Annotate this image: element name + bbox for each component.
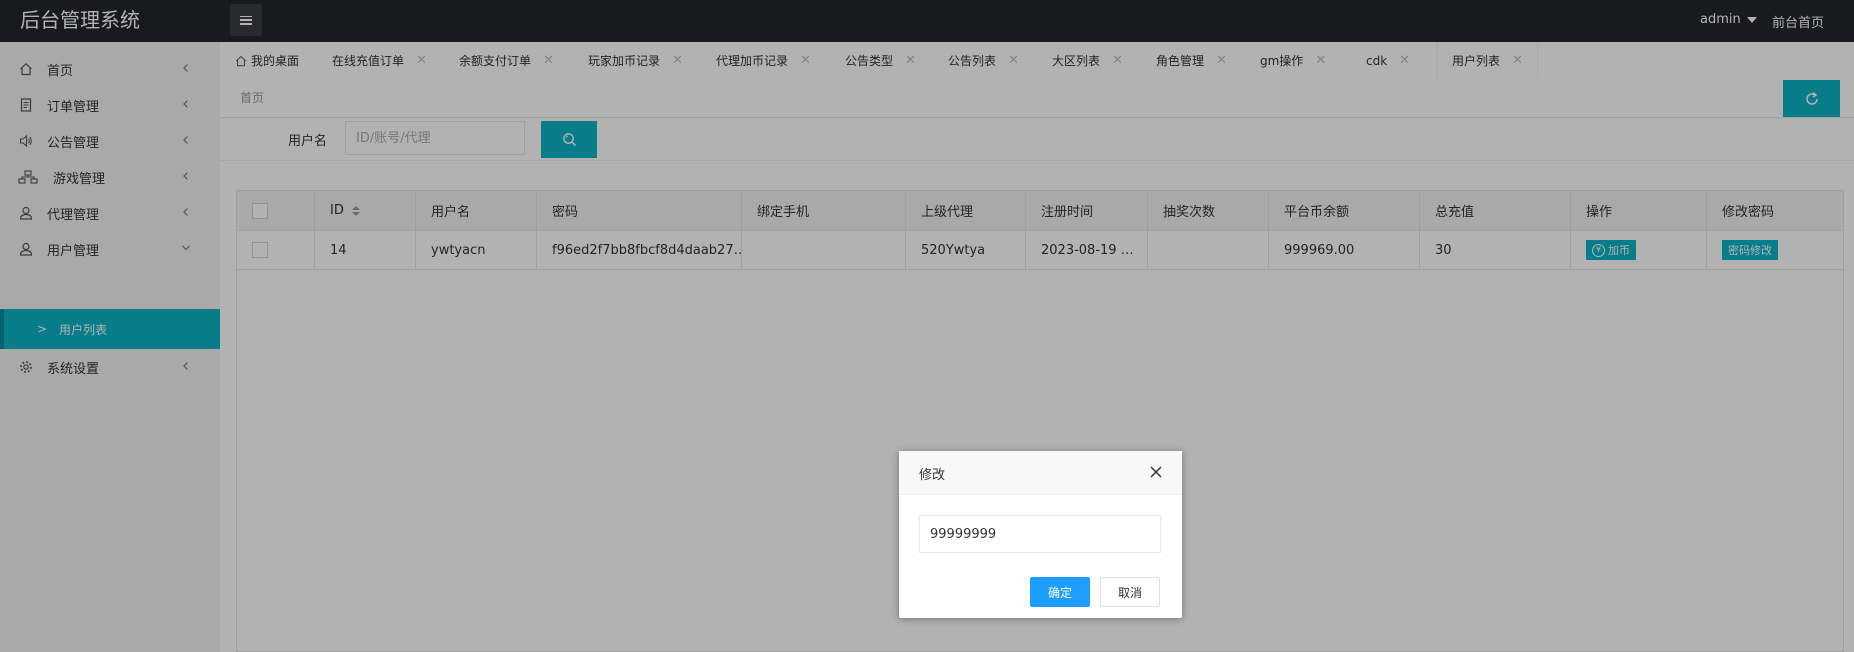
edit-modal: 修改 确定 取消 — [899, 451, 1182, 618]
modal-title: 修改 — [919, 468, 946, 483]
edit-value-input[interactable] — [919, 515, 1161, 553]
confirm-button[interactable]: 确定 — [1030, 577, 1090, 607]
cancel-button[interactable]: 取消 — [1100, 577, 1160, 607]
modal-header[interactable]: 修改 — [899, 451, 1182, 495]
close-icon[interactable] — [1149, 465, 1163, 479]
